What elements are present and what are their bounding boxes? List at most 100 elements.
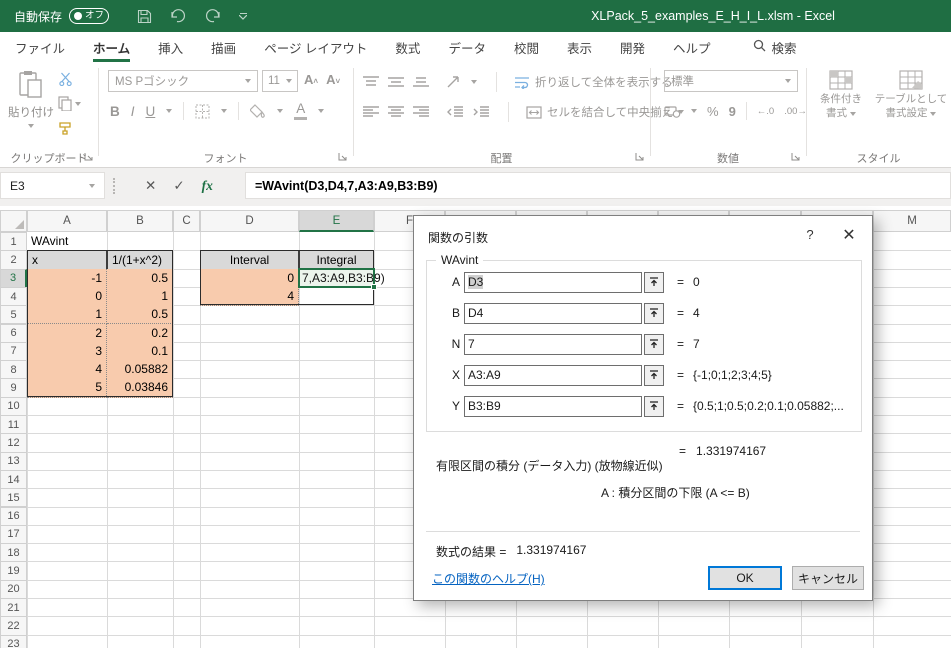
col-header-C[interactable]: C bbox=[173, 210, 200, 232]
field-label-x: X bbox=[448, 368, 464, 382]
row-header-17[interactable]: 17 bbox=[0, 525, 27, 544]
argument-description: A : 積分区間の下限 (A <= B) bbox=[601, 484, 750, 501]
cancel-button[interactable]: キャンセル bbox=[792, 566, 864, 590]
row-header-20[interactable]: 20 bbox=[0, 580, 27, 599]
collapse-dialog-button-y[interactable] bbox=[644, 396, 664, 417]
cell-D3[interactable]: 0 bbox=[200, 269, 299, 288]
row-header-16[interactable]: 16 bbox=[0, 507, 27, 526]
cell-B7[interactable]: 0.1 bbox=[107, 342, 173, 361]
gridline bbox=[27, 635, 951, 636]
collapse-dialog-button-b[interactable] bbox=[644, 303, 664, 324]
gridline bbox=[27, 616, 951, 617]
cell-A6[interactable]: 2 bbox=[27, 324, 107, 343]
row-header-6[interactable]: 6 bbox=[0, 324, 27, 343]
result-preview: = 1.331974167 bbox=[679, 444, 766, 458]
row-header-21[interactable]: 21 bbox=[0, 598, 27, 617]
dialog-title: 関数の引数 bbox=[428, 229, 488, 246]
row-header-7[interactable]: 7 bbox=[0, 342, 27, 361]
cell-B4[interactable]: 1 bbox=[107, 287, 173, 306]
field-result-n: 7 bbox=[693, 337, 700, 351]
col-header-E[interactable]: E bbox=[299, 210, 374, 232]
function-help-link[interactable]: この関数のヘルプ(H) bbox=[432, 570, 545, 587]
cell-A3[interactable]: -1 bbox=[27, 269, 107, 288]
cell-B9[interactable]: 0.03846 bbox=[107, 378, 173, 397]
row-header-23[interactable]: 23 bbox=[0, 635, 27, 648]
row-header-18[interactable]: 18 bbox=[0, 543, 27, 562]
field-result-x: {-1;0;1;2;3;4;5} bbox=[693, 368, 772, 382]
cell-B5[interactable]: 0.5 bbox=[107, 305, 173, 324]
row-header-4[interactable]: 4 bbox=[0, 287, 27, 306]
cell-A2[interactable]: x bbox=[27, 250, 107, 269]
gridline bbox=[873, 232, 874, 648]
field-value-n: 7 bbox=[468, 337, 475, 351]
cell-B3[interactable]: 0.5 bbox=[107, 269, 173, 288]
formula-result-label: 数式の結果 = bbox=[436, 543, 506, 560]
cell-A4[interactable]: 0 bbox=[27, 287, 107, 306]
ok-button[interactable]: OK bbox=[708, 566, 782, 590]
row-header-8[interactable]: 8 bbox=[0, 360, 27, 379]
field-label-b: B bbox=[448, 306, 464, 320]
field-value-a: D3 bbox=[468, 275, 483, 289]
cell-A7[interactable]: 3 bbox=[27, 342, 107, 361]
field-row-a: A D3 = 0 bbox=[426, 271, 700, 293]
select-all-triangle-icon bbox=[15, 220, 24, 229]
field-input-a[interactable]: D3 bbox=[464, 272, 642, 293]
fill-handle[interactable] bbox=[371, 284, 377, 290]
row-header-2[interactable]: 2 bbox=[0, 250, 27, 269]
field-result-a: 0 bbox=[693, 275, 700, 289]
field-input-x[interactable]: A3:A9 bbox=[464, 365, 642, 386]
cell-A9[interactable]: 5 bbox=[27, 378, 107, 397]
collapse-dialog-button-x[interactable] bbox=[644, 365, 664, 386]
collapse-dialog-button-n[interactable] bbox=[644, 334, 664, 355]
cell-D2[interactable]: Interval bbox=[200, 250, 299, 269]
col-header-B[interactable]: B bbox=[107, 210, 173, 232]
cell-D4[interactable]: 4 bbox=[200, 287, 299, 306]
row-header-11[interactable]: 11 bbox=[0, 415, 27, 434]
cell-B6[interactable]: 0.2 bbox=[107, 324, 173, 343]
function-description: 有限区間の積分 (データ入力) (放物線近似) bbox=[436, 457, 663, 474]
field-row-b: B D4 = 4 bbox=[426, 302, 700, 324]
cell-E3-editing[interactable]: 7,A3:A9,B3:B9) bbox=[298, 268, 375, 289]
select-all-button[interactable] bbox=[0, 210, 27, 232]
field-label-n: N bbox=[448, 337, 464, 351]
row-header-1[interactable]: 1 bbox=[0, 232, 27, 251]
dialog-help-icon[interactable]: ? bbox=[800, 227, 820, 242]
col-header-D[interactable]: D bbox=[200, 210, 299, 232]
close-icon[interactable]: ✕ bbox=[838, 225, 860, 245]
function-name: WAvint bbox=[436, 253, 483, 267]
row-header-10[interactable]: 10 bbox=[0, 397, 27, 416]
row-header-3[interactable]: 3 bbox=[0, 269, 27, 288]
field-input-y[interactable]: B3:B9 bbox=[464, 396, 642, 417]
col-header-M[interactable]: M bbox=[873, 210, 951, 232]
formula-result-value: 1.331974167 bbox=[516, 543, 586, 560]
gridline bbox=[299, 232, 300, 648]
field-label-a: A bbox=[448, 275, 464, 289]
field-row-x: X A3:A9 = {-1;0;1;2;3;4;5} bbox=[426, 364, 772, 386]
field-label-y: Y bbox=[448, 399, 464, 413]
field-input-n[interactable]: 7 bbox=[464, 334, 642, 355]
row-header-14[interactable]: 14 bbox=[0, 470, 27, 489]
field-result-b: 4 bbox=[693, 306, 700, 320]
row-header-22[interactable]: 22 bbox=[0, 616, 27, 635]
field-input-b[interactable]: D4 bbox=[464, 303, 642, 324]
result-preview-value: 1.331974167 bbox=[696, 444, 766, 458]
row-header-12[interactable]: 12 bbox=[0, 433, 27, 452]
row-header-15[interactable]: 15 bbox=[0, 488, 27, 507]
collapse-dialog-button-a[interactable] bbox=[644, 272, 664, 293]
gridline bbox=[374, 232, 375, 648]
row-header-19[interactable]: 19 bbox=[0, 561, 27, 580]
cell-A5[interactable]: 1 bbox=[27, 305, 107, 324]
field-value-x: A3:A9 bbox=[468, 368, 501, 382]
cell-B8[interactable]: 0.05882 bbox=[107, 360, 173, 379]
row-header-5[interactable]: 5 bbox=[0, 305, 27, 324]
cell-B2[interactable]: 1/(1+x^2) bbox=[107, 250, 173, 269]
col-header-A[interactable]: A bbox=[27, 210, 107, 232]
cell-E3-edit-text: 7,A3:A9,B3:B9) bbox=[302, 271, 385, 285]
field-row-y: Y B3:B9 = {0.5;1;0.5;0.2;0.1;0.05882;... bbox=[426, 395, 844, 417]
row-header-9[interactable]: 9 bbox=[0, 378, 27, 397]
row-header-13[interactable]: 13 bbox=[0, 452, 27, 471]
field-row-n: N 7 = 7 bbox=[426, 333, 700, 355]
cell-A8[interactable]: 4 bbox=[27, 360, 107, 379]
cell-A1[interactable]: WAvint bbox=[27, 232, 107, 251]
field-value-y: B3:B9 bbox=[468, 399, 501, 413]
